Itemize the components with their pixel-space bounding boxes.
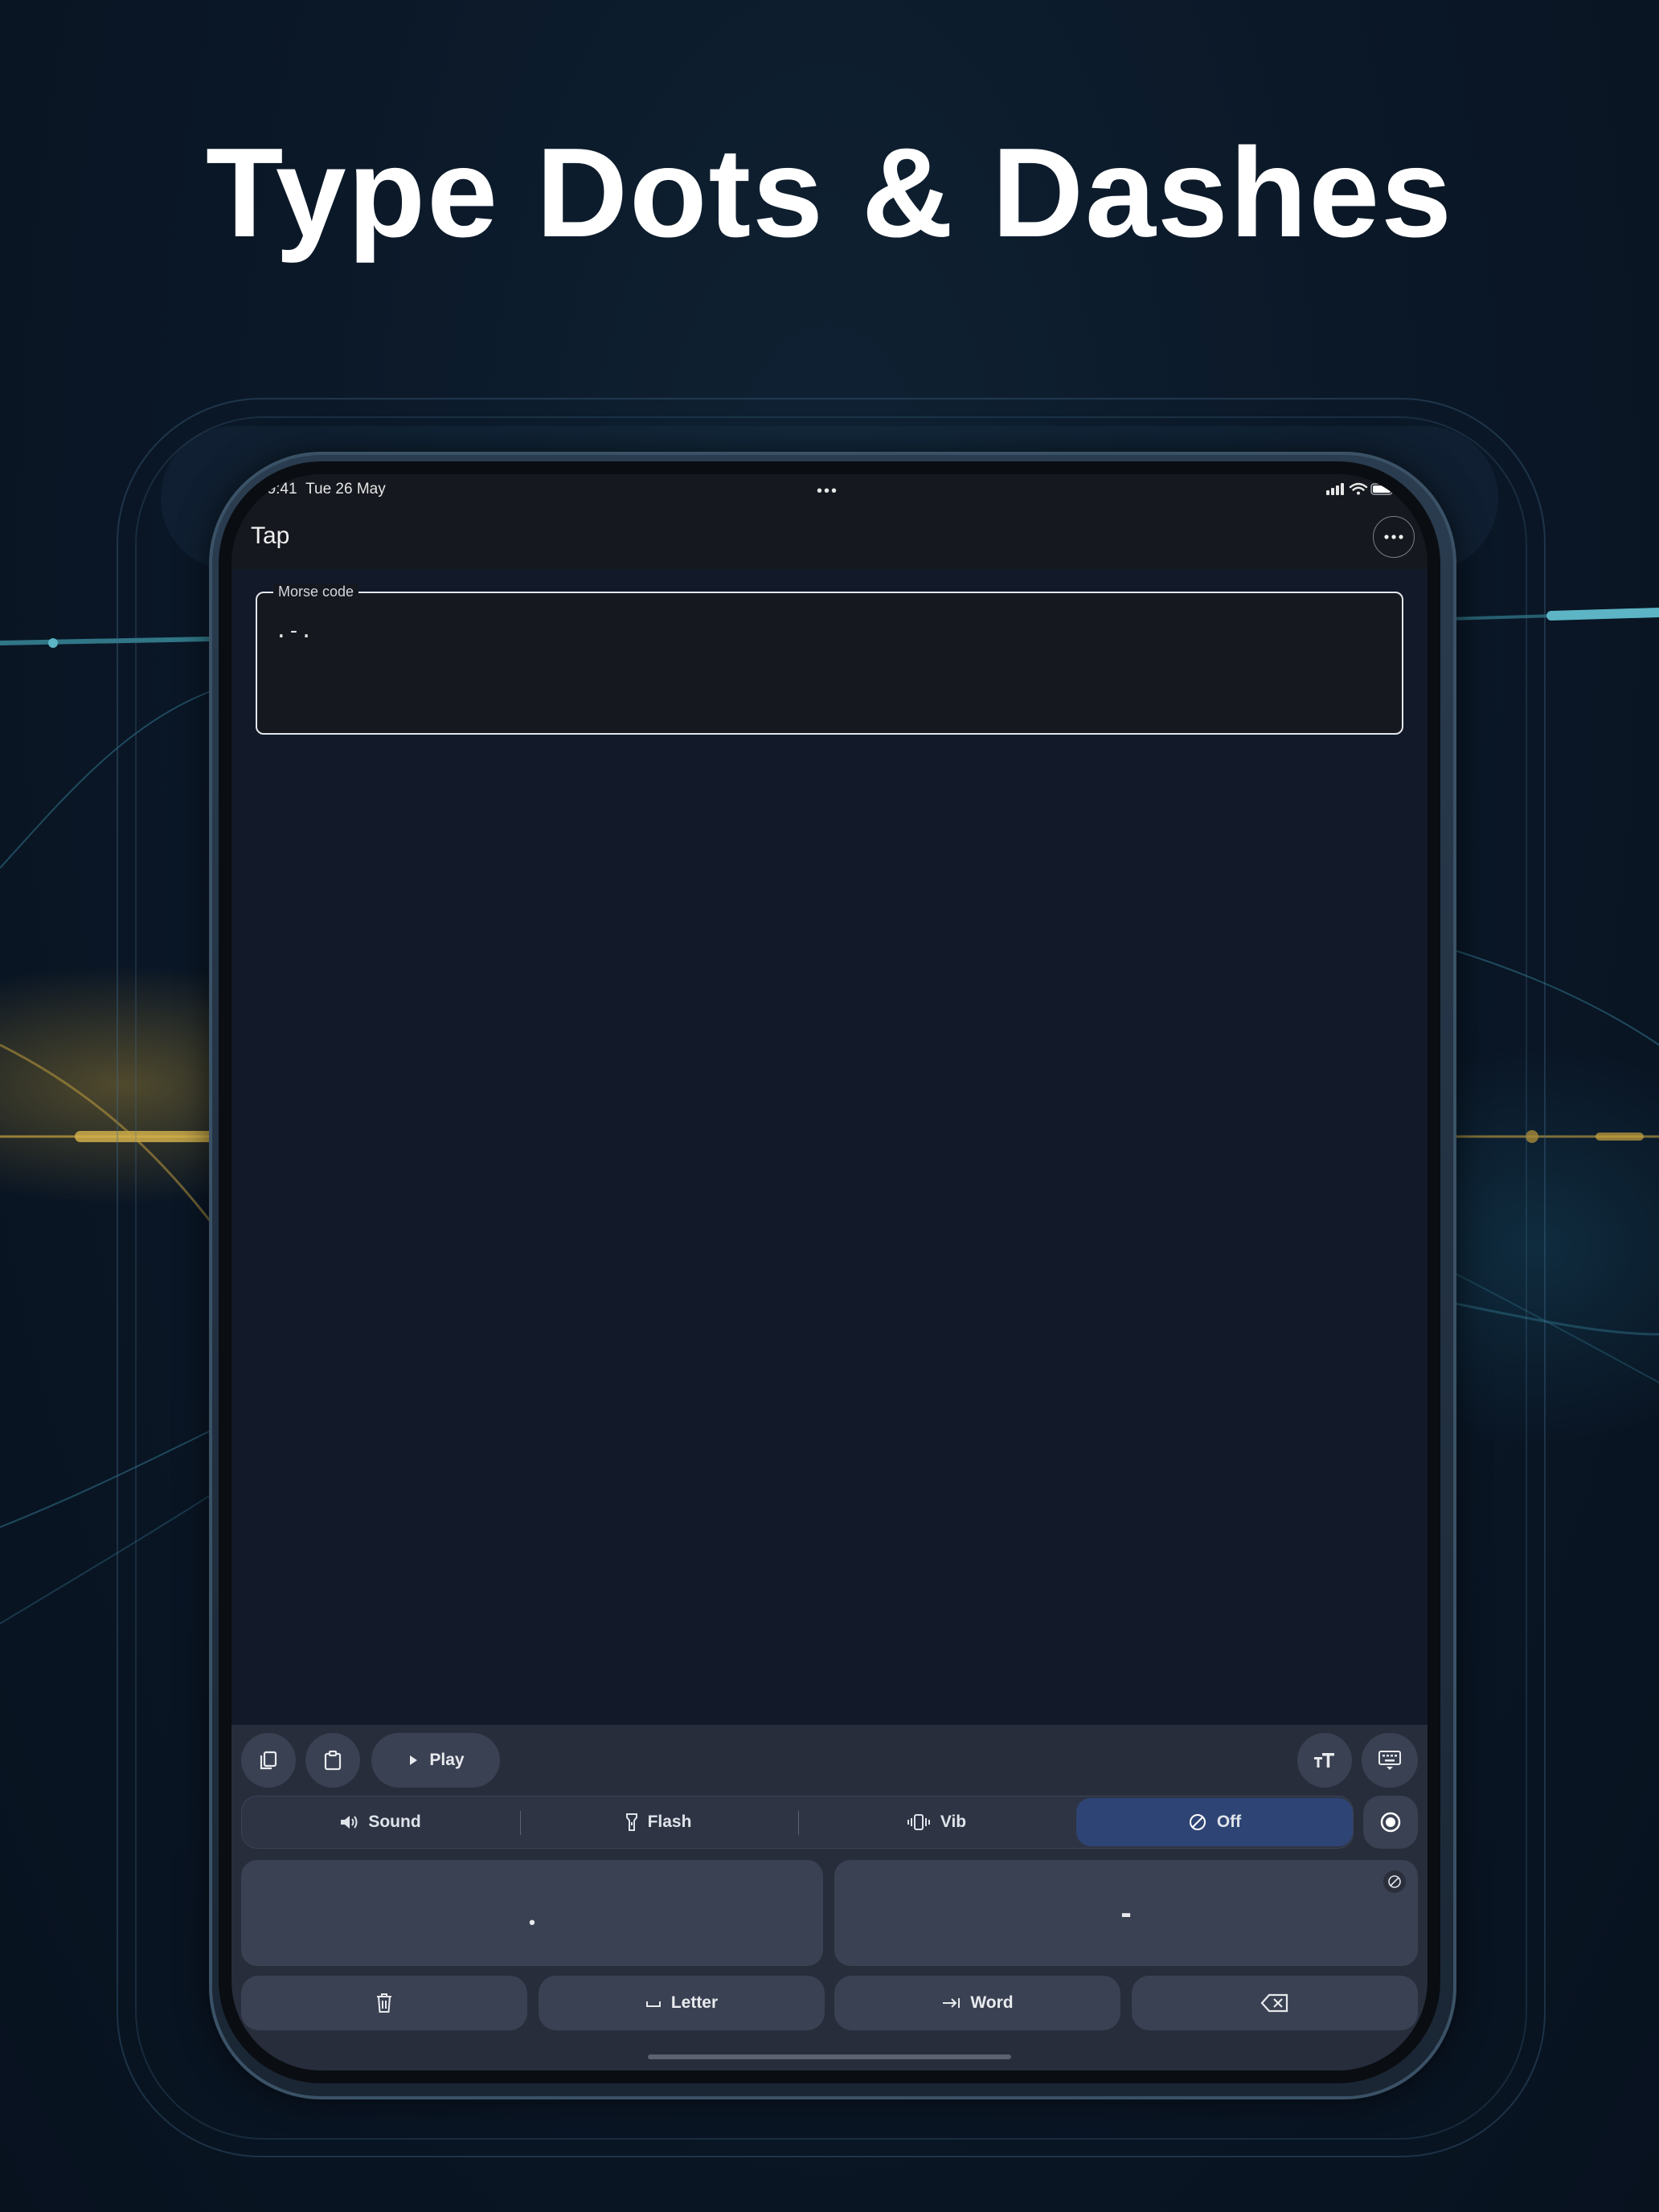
output-flash-label: Flash <box>647 1813 692 1831</box>
headline: Type Dots & Dashes <box>205 122 1454 264</box>
tablet-screen: 09:41 Tue 26 May ••• Tap Morse code .-. … <box>231 474 1428 2071</box>
morse-code-field[interactable]: Morse code .-. <box>256 584 1403 735</box>
play-icon <box>410 1755 418 1765</box>
output-mode-selector: Sound Flash Vib Off <box>241 1796 1354 1849</box>
output-vibrate-label: Vib <box>940 1813 967 1831</box>
dash-key-badge-icon <box>1383 1870 1406 1893</box>
output-off-label: Off <box>1216 1813 1242 1831</box>
more-button[interactable] <box>1373 516 1415 558</box>
keyboard-panel: Play Sound Flash Vib Off • - Letter Word <box>231 1725 1428 2071</box>
clipboard-icon <box>324 1750 342 1771</box>
output-off-option[interactable]: Off <box>1076 1798 1353 1846</box>
copy-icon <box>260 1751 277 1770</box>
backspace-button[interactable] <box>1132 1976 1418 2030</box>
vibrate-icon <box>907 1814 930 1830</box>
status-icons <box>1326 481 1395 502</box>
play-button[interactable]: Play <box>371 1733 500 1788</box>
home-indicator[interactable] <box>648 2054 1011 2059</box>
status-bar: 09:41 Tue 26 May ••• <box>231 474 1428 505</box>
tab-arrow-icon <box>943 1998 961 2008</box>
output-sound-label: Sound <box>368 1813 421 1831</box>
record-icon <box>1380 1812 1401 1833</box>
morse-code-value: .-. <box>275 619 313 643</box>
backspace-icon <box>1260 1993 1288 2013</box>
more-horizontal-icon <box>1384 535 1403 539</box>
letter-label: Letter <box>670 1993 719 2012</box>
output-vibrate-option[interactable]: Vib <box>798 1796 1075 1848</box>
word-label: Word <box>970 1993 1014 2012</box>
keyboard-button[interactable] <box>1362 1733 1418 1788</box>
flashlight-icon <box>625 1813 637 1831</box>
record-button[interactable] <box>1363 1796 1418 1849</box>
paste-button[interactable] <box>305 1733 360 1788</box>
output-flash-option[interactable]: Flash <box>520 1796 797 1848</box>
off-icon <box>1189 1814 1206 1830</box>
space-icon <box>645 2001 661 2007</box>
multitask-dots[interactable]: ••• <box>817 482 838 501</box>
trash-icon <box>377 1993 391 2013</box>
morse-code-label: Morse code <box>273 584 359 600</box>
battery-icon <box>1370 483 1395 495</box>
dash-key[interactable]: - <box>834 1860 1418 1966</box>
word-space-button[interactable]: Word <box>834 1976 1120 2030</box>
clear-button[interactable] <box>241 1976 527 2030</box>
promo-canvas: Type Dots & Dashes 09:41 Tue 26 May ••• <box>0 0 1659 2212</box>
status-time: 09:41 Tue 26 May <box>259 481 386 498</box>
app-bar: Tap <box>231 505 1428 569</box>
text-size-icon <box>1314 1753 1334 1768</box>
output-sound-option[interactable]: Sound <box>242 1796 518 1848</box>
letter-space-button[interactable]: Letter <box>539 1976 825 2030</box>
signal-icon <box>1326 483 1344 495</box>
dash-key-label: - <box>1120 1895 1132 1931</box>
page-title: Tap <box>251 522 290 549</box>
text-size-button[interactable] <box>1297 1733 1352 1788</box>
speaker-icon <box>341 1816 358 1829</box>
wifi-icon <box>1349 482 1368 495</box>
play-label: Play <box>429 1751 465 1769</box>
keyboard-icon <box>1378 1751 1401 1770</box>
copy-button[interactable] <box>241 1733 296 1788</box>
dot-key[interactable]: • <box>241 1860 823 1966</box>
dot-key-label: • <box>529 1912 535 1932</box>
